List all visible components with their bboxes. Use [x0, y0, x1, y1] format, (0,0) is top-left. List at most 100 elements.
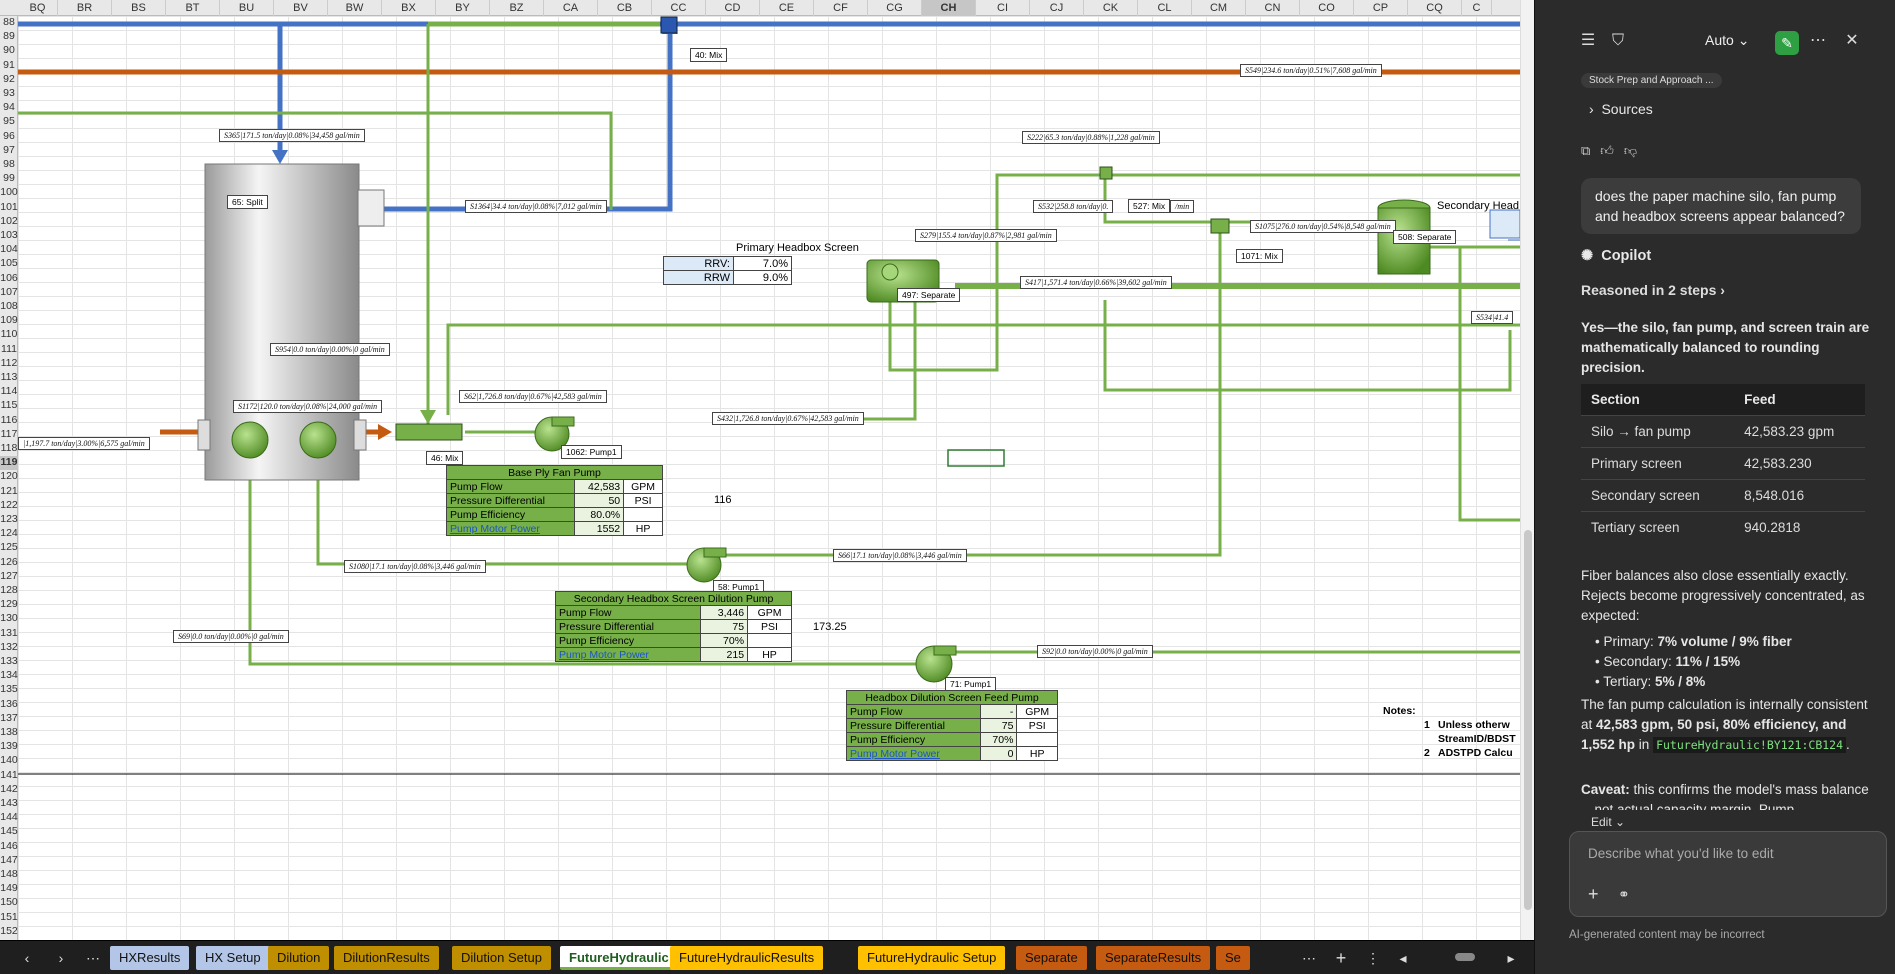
add-sheet-icon[interactable]: + — [1330, 949, 1352, 967]
edit-mode-toggle[interactable]: Edit ⌄ — [1591, 815, 1625, 829]
row-unit — [1016, 732, 1058, 747]
add-icon[interactable]: + — [1588, 884, 1599, 905]
edit-input[interactable]: Describe what you'd like to edit + ⚭ — [1569, 831, 1887, 917]
scroll-right-icon[interactable]: ▸ — [1500, 949, 1522, 967]
stream-label: S1364|34.4 ton/day|0.08%|7,012 gal/min — [465, 200, 607, 213]
secondary-heading: Secondary Head — [1437, 200, 1519, 212]
menu-lines-icon[interactable]: ☰ — [1577, 30, 1599, 52]
rrw-value[interactable]: 9.0% — [733, 270, 792, 285]
node-label: 527: Mix — [1128, 199, 1171, 213]
row-value[interactable]: 215 — [699, 647, 749, 662]
more-icon[interactable]: ⋯ — [1807, 30, 1829, 52]
menu-icon[interactable]: ⋮ — [1362, 949, 1384, 967]
cell-value[interactable]: 116 — [714, 494, 732, 506]
sheet-tab[interactable]: DilutionResults — [334, 946, 439, 970]
row-label-link[interactable]: Pump Motor Power — [445, 521, 576, 536]
row-label-link[interactable]: Pump Motor Power — [555, 647, 701, 662]
vertical-scrollbar[interactable] — [1520, 0, 1534, 940]
row-unit: GPM — [747, 605, 792, 620]
copilot-panel: ☰ ⛉ Auto ⌄ ✎ ⋯ ✕ Stock Prep and Approach… — [1534, 0, 1895, 974]
sheet-tab[interactable]: FutureHydraulic Setup — [858, 946, 1006, 970]
stream-label: S222|65.3 ton/day|0.88%|1,228 gal/min — [1022, 131, 1160, 144]
row-label: Pressure Differential — [846, 718, 981, 733]
mode-label: Auto — [1705, 32, 1734, 48]
node-label: 46: Mix — [426, 451, 464, 465]
row-value[interactable]: 42,583 — [574, 479, 625, 494]
row-label: Pump Flow — [555, 605, 701, 620]
sheet-tab[interactable]: HX Setup — [196, 946, 270, 970]
stream-label: S279|155.4 ton/day|0.87%|2,981 gal/min — [915, 229, 1057, 242]
row-value[interactable]: 70% — [699, 633, 749, 648]
source-chip[interactable]: Stock Prep and Approach ... — [1581, 73, 1722, 88]
row-value[interactable]: 3,446 — [699, 605, 749, 620]
close-icon[interactable]: ✕ — [1841, 30, 1863, 52]
hscroll-thumb[interactable] — [1455, 953, 1475, 961]
assistant-header: ✺ Copilot — [1581, 248, 1651, 264]
row-value[interactable]: 75 — [979, 718, 1018, 733]
primary-screen-table: RRV: 7.0% RRW 9.0% — [663, 256, 792, 285]
base-ply-fan-pump-table[interactable]: Base Ply Fan Pump Pump Flow 42,583 GPM Pre… — [445, 465, 663, 536]
secondary-dilution-pump-table[interactable]: Secondary Headbox Screen Dilution Pump P… — [555, 591, 792, 662]
more-icon[interactable]: ⋯ — [1298, 949, 1320, 967]
row-value[interactable]: 70% — [979, 732, 1018, 747]
sheet-tab[interactable]: Se — [1216, 946, 1250, 970]
sources-toggle[interactable]: › Sources — [1589, 101, 1653, 117]
reject-bullets: Primary: 7% volume / 9% fiber Secondary:… — [1595, 632, 1792, 692]
user-message: does the paper machine silo, fan pump an… — [1581, 178, 1861, 234]
stream-label: S62|1,726.8 ton/day|0.67%|42,583 gal/min — [459, 390, 607, 403]
row-label: Pump Efficiency — [445, 507, 576, 522]
sheet-tab[interactable]: HXResults — [110, 946, 190, 970]
scrollbar-thumb[interactable] — [1524, 530, 1532, 910]
reasoned-label: Reasoned in 2 steps — [1581, 282, 1717, 298]
sheet-tab[interactable]: Dilution — [268, 946, 330, 970]
list-item: Tertiary: 5% / 8% — [1595, 672, 1792, 692]
row-value[interactable]: 80.0% — [574, 507, 625, 522]
cell-value[interactable]: 173.25 — [813, 621, 847, 633]
rrv-value[interactable]: 7.0% — [733, 256, 792, 271]
node-label: 71: Pump1 — [945, 677, 997, 691]
shield-icon[interactable]: ⛉ — [1607, 30, 1629, 52]
row-label: Pump Flow — [846, 704, 981, 719]
sheet-tab[interactable]: FutureHydraulic — [560, 946, 678, 970]
row-value[interactable]: 1552 — [574, 521, 625, 536]
sheet-tab[interactable]: SeparateResults — [1096, 946, 1211, 970]
row-value[interactable]: 75 — [699, 619, 749, 634]
table-cell: Silo → fan pump — [1581, 415, 1735, 448]
row-label: Pressure Differential — [555, 619, 701, 634]
stream-label: S432|1,726.8 ton/day|0.67%|42,583 gal/mi… — [712, 412, 864, 425]
row-label-link[interactable]: Pump Motor Power — [846, 746, 981, 761]
disclaimer: AI-generated content may be incorrect — [1569, 929, 1765, 941]
tab-next-icon[interactable]: › — [50, 949, 72, 967]
row-value[interactable]: - — [979, 704, 1018, 719]
sheet-tab[interactable]: Separate — [1016, 946, 1087, 970]
more-tabs-icon[interactable]: ⋯ — [82, 949, 104, 967]
stream-label: /min — [1170, 200, 1195, 213]
scroll-left-icon[interactable]: ◂ — [1392, 949, 1414, 967]
sheet-tab[interactable]: Dilution Setup — [452, 946, 551, 970]
reasoned-toggle[interactable]: Reasoned in 2 steps › — [1581, 282, 1725, 298]
row-unit: HP — [747, 647, 792, 662]
row-value[interactable]: 50 — [574, 493, 625, 508]
rrv-label: RRV: — [663, 256, 734, 271]
edit-placeholder: Describe what you'd like to edit — [1588, 846, 1774, 861]
fiber-text: Fiber balances also close essentially ex… — [1581, 568, 1865, 623]
stream-label: |1,197.7 ton/day|3.00%|6,575 gal/min — [18, 437, 150, 450]
cell-reference[interactable]: FutureHydraulic!BY121:CB124 — [1653, 737, 1847, 753]
spreadsheet-area[interactable]: BQ BR BS BT BU BV BW BX BY BZ CA CB CC CD CE CF CG CH CI CJ… — [0, 0, 1534, 940]
row-unit: GPM — [1016, 704, 1058, 719]
mode-dropdown[interactable]: Auto ⌄ — [1705, 32, 1749, 49]
stream-label: S1075|276.0 ton/day|0.54%|8,548 gal/min — [1250, 220, 1396, 233]
feedback-icons[interactable]: ⧉👍︎👎︎ — [1581, 143, 1647, 159]
new-chat-icon[interactable]: ✎ — [1775, 31, 1799, 55]
assistant-name: Copilot — [1601, 248, 1652, 264]
stream-label: S417|1,571.4 ton/day|0.66%|39,602 gal/mi… — [1020, 276, 1172, 289]
notes-title: Notes: — [1383, 705, 1416, 717]
row-label: Pressure Differential — [445, 493, 576, 508]
tab-prev-icon[interactable]: ‹ — [16, 949, 38, 967]
row-unit — [747, 633, 792, 648]
sheet-tab[interactable]: FutureHydraulicResults — [670, 946, 824, 970]
row-value[interactable]: 0 — [979, 746, 1018, 761]
link-icon[interactable]: ⚭ — [1618, 886, 1630, 903]
sheet-tab-bar: ‹ › ⋯ HXResults HX Setup Dilution DilutionR… — [0, 940, 1534, 974]
headbox-dilution-feed-pump-table[interactable]: Headbox Dilution Screen Feed Pump Pump F… — [846, 690, 1058, 761]
